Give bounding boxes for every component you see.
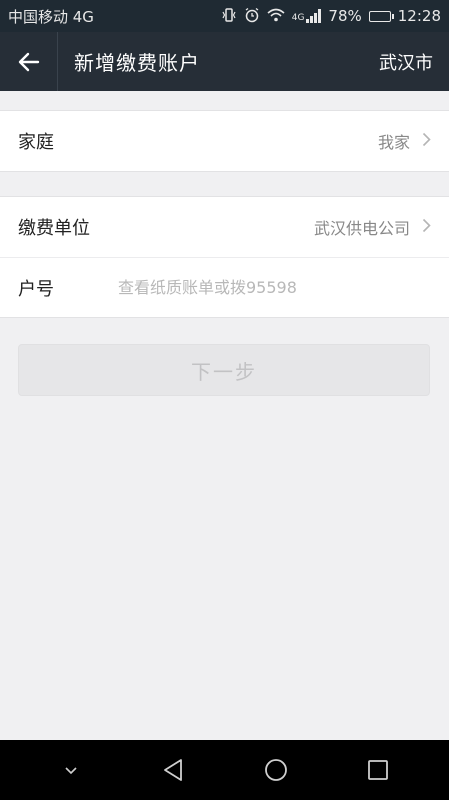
battery-icon [368,10,394,22]
alarm-icon [244,7,260,26]
payment-unit-label: 缴费单位 [18,218,90,239]
payment-unit-value: 武汉供电公司 [313,219,410,238]
back-arrow-icon [18,52,39,71]
back-triangle-icon [164,759,183,781]
household-row[interactable]: 家庭 我家 [0,111,449,171]
back-button[interactable] [0,32,58,91]
hide-nav-button[interactable] [41,740,101,800]
next-step-button[interactable]: 下一步 [18,344,430,396]
status-bar: 中国移动 4G 4G 78% 12:28 [0,0,449,32]
system-recents-button[interactable] [348,740,408,800]
account-number-label: 户号 [18,278,54,300]
household-label: 家庭 [18,132,54,153]
recents-square-icon [367,760,388,780]
cell-signal-icon: 4G [292,9,322,23]
chevron-right-icon [422,131,431,152]
network-type-badge: 4G [291,13,305,23]
wifi-icon [267,8,285,25]
clock: 12:28 [397,7,441,25]
chevron-down-icon [65,767,77,775]
payment-unit-value-wrap: 武汉供电公司 [314,215,431,239]
payment-unit-row[interactable]: 缴费单位 武汉供电公司 [0,197,449,257]
system-nav-bar [0,740,449,800]
system-back-button[interactable] [143,740,203,800]
vibrate-icon [221,7,237,26]
system-home-button[interactable] [246,740,306,800]
account-number-input[interactable] [118,278,431,297]
payment-form-group: 缴费单位 武汉供电公司 户号 [0,196,449,318]
household-group: 家庭 我家 [0,110,449,172]
home-circle-icon [264,759,287,781]
household-value: 我家 [377,133,410,152]
chevron-right-icon [422,217,431,238]
household-value-wrap: 我家 [378,129,431,153]
battery-percent: 78% [328,7,362,25]
status-icons: 4G 78% 12:28 [221,7,441,26]
carrier-label: 中国移动 4G [8,7,94,26]
nav-bar: 新增缴费账户 武汉市 [0,32,449,91]
account-number-row: 户号 [0,257,449,317]
page-title: 新增缴费账户 [74,51,200,75]
city-selector[interactable]: 武汉市 [379,49,449,75]
